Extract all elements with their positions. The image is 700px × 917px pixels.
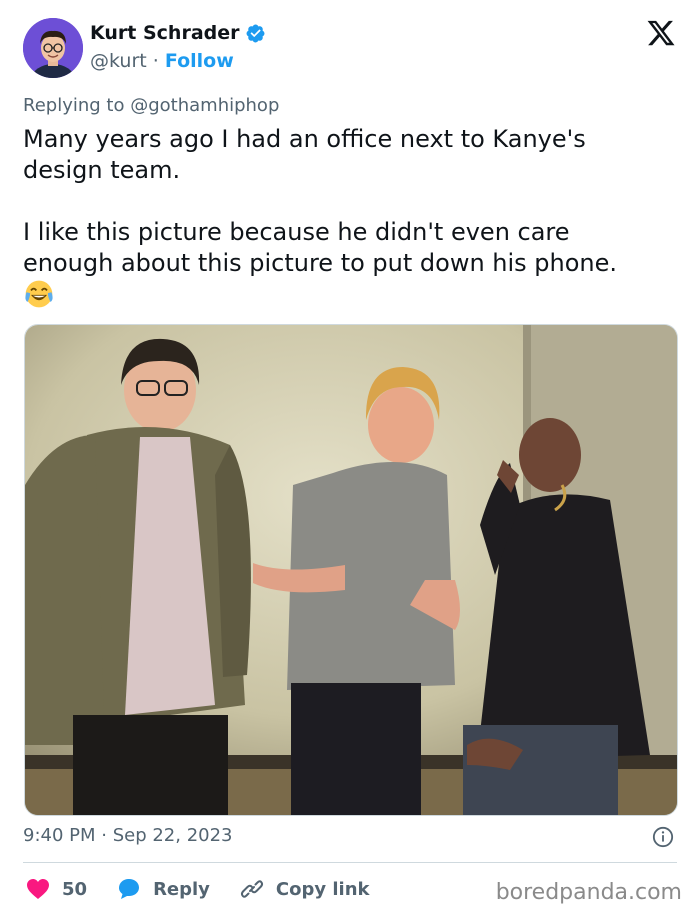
likes-count: 50	[62, 878, 88, 900]
heart-icon	[27, 879, 49, 899]
x-logo-icon[interactable]	[646, 18, 676, 48]
info-icon[interactable]	[652, 826, 674, 848]
author-handle-row: @kurt · Follow	[90, 50, 234, 72]
replying-prefix: Replying to	[23, 95, 125, 116]
tweet-actions: 50 Reply Copy link	[26, 877, 400, 901]
actions-divider	[23, 862, 677, 863]
reply-label: Reply	[153, 878, 210, 900]
replying-to-line: Replying to @gothamhiphop	[23, 95, 279, 116]
replying-mention-link[interactable]: @gothamhiphop	[130, 95, 279, 116]
author-display-name[interactable]: Kurt Schrader	[90, 22, 240, 44]
author-handle[interactable]: @kurt	[90, 50, 147, 72]
verified-badge-icon	[246, 24, 264, 42]
photo-illustration	[25, 325, 677, 815]
avatar-illustration	[23, 18, 83, 78]
tweet-text: Many years ago I had an office next to K…	[23, 125, 618, 277]
tweet-photo[interactable]	[24, 324, 678, 816]
follow-button[interactable]: Follow	[165, 50, 234, 72]
copy-link-button[interactable]: Copy link	[240, 877, 370, 901]
author-name-row: Kurt Schrader	[90, 22, 266, 44]
watermark: boredpanda.com	[495, 880, 682, 905]
avatar[interactable]	[23, 18, 83, 78]
reply-bubble-icon	[119, 879, 140, 899]
handle-separator: ·	[152, 50, 159, 72]
face-with-tears-of-joy-icon	[25, 280, 53, 308]
link-icon	[240, 880, 263, 898]
like-button[interactable]: 50	[26, 878, 87, 900]
copy-link-label: Copy link	[275, 878, 370, 900]
reply-button[interactable]: Reply	[117, 878, 210, 900]
tweet-timestamp[interactable]: 9:40 PM · Sep 22, 2023	[23, 825, 233, 846]
